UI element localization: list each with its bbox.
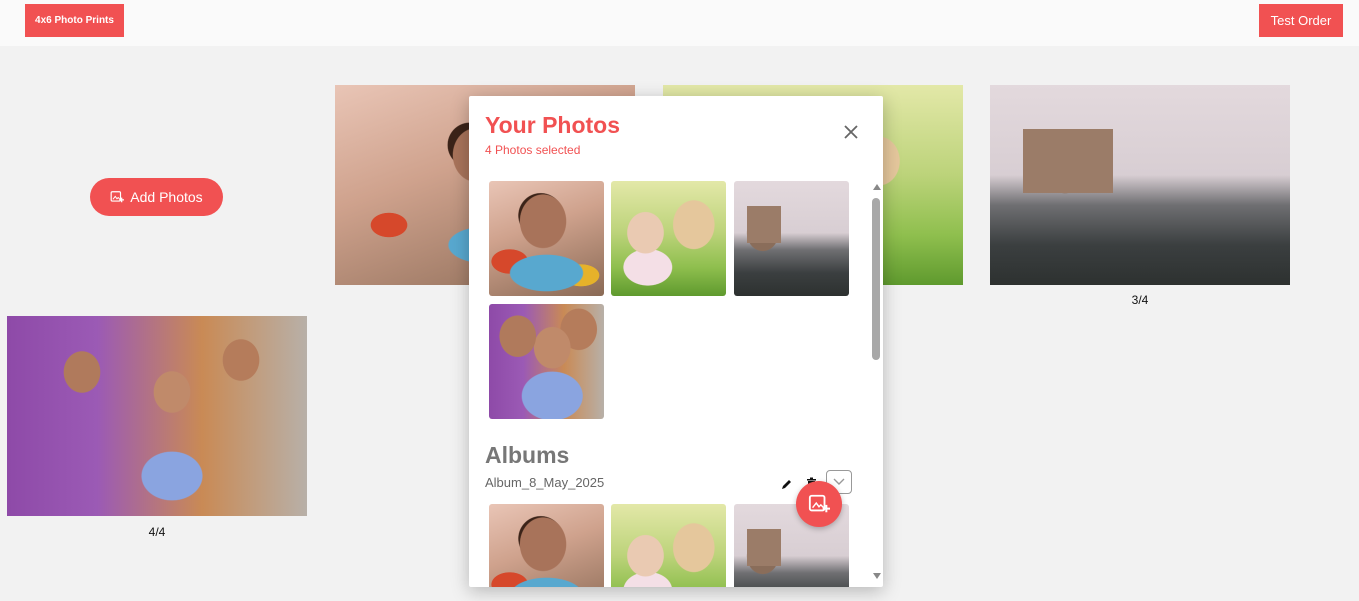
print-counter-3: 3/4 <box>1131 293 1149 307</box>
chevron-down-icon <box>833 478 845 485</box>
print-counter-4: 4/4 <box>148 525 166 539</box>
album-photo-thumbnail[interactable] <box>489 504 604 587</box>
add-image-icon <box>808 494 830 513</box>
album-name: Album_8_May_2025 <box>485 475 605 490</box>
add-photos-label: Add Photos <box>130 189 203 205</box>
albums-heading: Albums <box>485 442 570 468</box>
add-image-button[interactable] <box>796 481 842 527</box>
top-bar: 4x6 Photo Prints Test Order <box>0 0 1359 46</box>
your-photos-dialog: Your Photos 4 Photos selected Albums Alb… <box>469 96 883 587</box>
scroll-up-arrow[interactable] <box>873 184 881 190</box>
scroll-down-arrow[interactable] <box>873 573 881 579</box>
dialog-title: Your Photos <box>485 112 621 138</box>
photo-thumbnail[interactable] <box>489 304 604 419</box>
close-button[interactable] <box>841 122 861 142</box>
add-photo-icon <box>110 191 125 203</box>
photo-thumbnail[interactable] <box>734 181 849 296</box>
photo-thumbnail[interactable] <box>489 181 604 296</box>
dialog-scrollbar[interactable] <box>871 184 881 584</box>
print-photo-4[interactable] <box>7 316 307 516</box>
selected-count: 4 Photos selected <box>485 143 581 157</box>
print-photo-3[interactable] <box>990 85 1290 285</box>
scroll-thumb[interactable] <box>872 198 880 360</box>
test-order-button[interactable]: Test Order <box>1259 4 1343 37</box>
add-photos-button[interactable]: Add Photos <box>90 178 223 216</box>
edit-icon[interactable] <box>780 477 794 491</box>
close-icon <box>844 125 858 139</box>
photo-thumbnail[interactable] <box>611 181 726 296</box>
album-photo-thumbnail[interactable] <box>611 504 726 587</box>
product-button[interactable]: 4x6 Photo Prints <box>25 4 124 37</box>
